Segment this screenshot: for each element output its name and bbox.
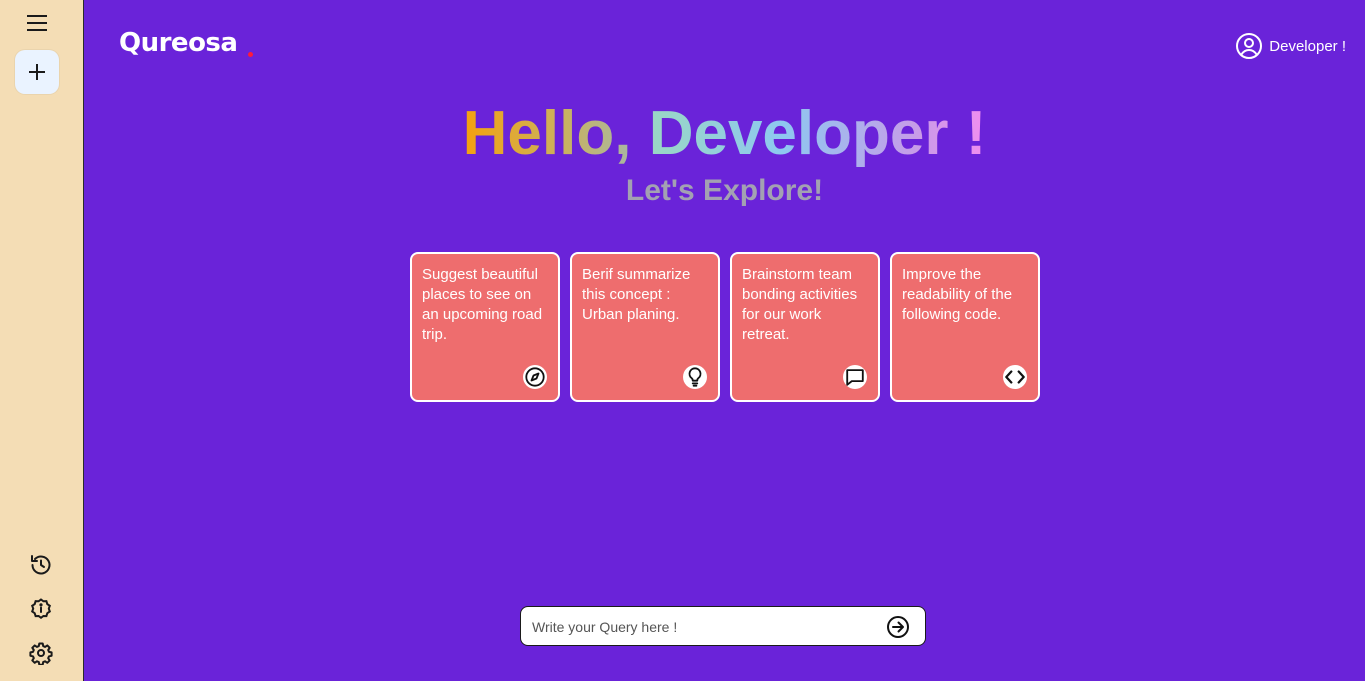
user-profile[interactable]: Developer ! <box>1235 32 1346 60</box>
history-button[interactable] <box>29 553 53 577</box>
suggestion-card-brainstorm[interactable]: Brainstorm team bonding activities for o… <box>730 252 880 402</box>
greeting-subtitle: Let's Explore! <box>625 174 824 207</box>
app-root: Qureosa Developer ! Hello, Developer ! L… <box>0 0 1365 681</box>
arrow-circle-right-icon <box>887 616 909 638</box>
info-icon <box>30 598 52 620</box>
menu-button[interactable] <box>25 12 49 34</box>
card-text: Improve the readability of the following… <box>902 266 1013 323</box>
compass-icon <box>523 365 547 389</box>
main-panel: Qureosa Developer ! Hello, Developer ! L… <box>84 0 1365 681</box>
suggestion-card-road-trip[interactable]: Suggest beautiful places to see on an up… <box>410 252 560 402</box>
suggestion-card-code[interactable]: Improve the readability of the following… <box>890 252 1040 402</box>
card-text: Berif summarize this concept : Urban pla… <box>582 266 691 323</box>
new-chat-button[interactable] <box>15 50 59 94</box>
code-icon <box>1003 365 1027 389</box>
suggestion-cards: Suggest beautiful places to see on an up… <box>410 252 1040 402</box>
greeting-heading: Hello, Developer ! <box>84 98 1365 170</box>
user-name: Developer ! <box>1269 37 1346 55</box>
plus-icon <box>29 64 45 80</box>
logo-dot <box>248 52 253 57</box>
greeting-hello: Hello, <box>462 99 632 168</box>
card-text: Suggest beautiful places to see on an up… <box>422 266 543 343</box>
send-button[interactable] <box>886 615 910 639</box>
settings-button[interactable] <box>29 641 53 666</box>
lightbulb-icon <box>683 365 707 389</box>
sidebar <box>0 0 84 681</box>
user-circle-icon <box>1236 33 1263 59</box>
card-text: Brainstorm team bonding activities for o… <box>742 266 858 343</box>
suggestion-card-summarize[interactable]: Berif summarize this concept : Urban pla… <box>570 252 720 402</box>
message-icon <box>843 365 867 389</box>
query-bar <box>520 606 926 647</box>
greeting-name: Developer ! <box>648 99 987 168</box>
info-button[interactable] <box>29 597 53 621</box>
history-icon <box>31 555 51 575</box>
app-logo: Qureosa <box>119 28 238 58</box>
hamburger-menu-icon <box>27 15 47 31</box>
query-input[interactable] <box>530 607 874 647</box>
settings-gear-icon <box>29 642 53 666</box>
